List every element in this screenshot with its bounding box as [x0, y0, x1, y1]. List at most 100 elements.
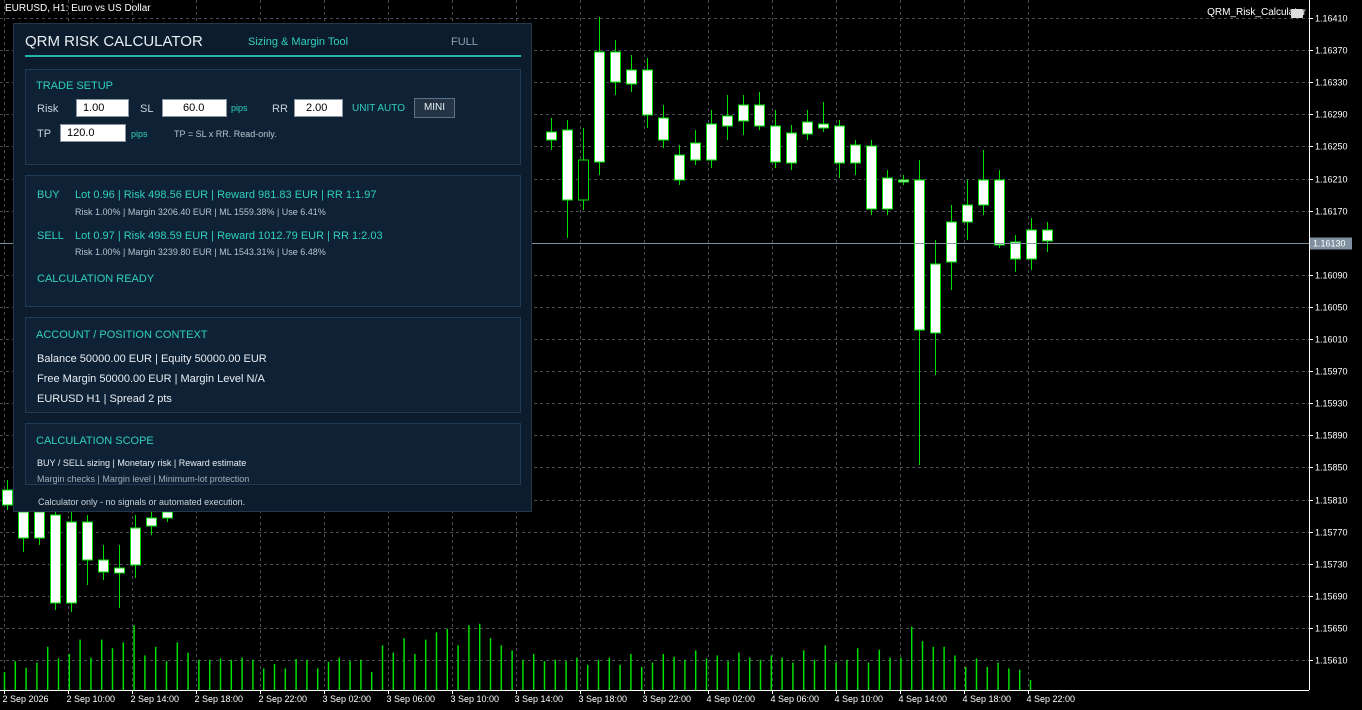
account-context-section: ACCOUNT / POSITION CONTEXT Balance 50000…	[25, 317, 521, 413]
trade-setup-title: TRADE SETUP	[36, 80, 114, 92]
candle-body	[866, 145, 877, 210]
account-context-title: ACCOUNT / POSITION CONTEXT	[36, 329, 208, 341]
sl-unit: pips	[231, 103, 248, 113]
price-tick-label: 1.15690	[1315, 592, 1348, 602]
chart-symbol-title: EURUSD, H1: Euro vs US Dollar	[5, 3, 151, 14]
candle-body	[98, 559, 109, 573]
price-tick-label: 1.15770	[1315, 528, 1348, 538]
candle-body	[594, 51, 605, 163]
panel-footer: Calculator only - no signals or automate…	[38, 497, 246, 507]
price-tick-label: 1.16010	[1315, 335, 1348, 345]
candle-body	[754, 104, 765, 127]
risk-calculator-panel: QRM RISK CALCULATOR Sizing & Margin Tool…	[13, 23, 532, 512]
candle-body	[850, 144, 861, 164]
candle-body	[674, 154, 685, 181]
price-tick-label: 1.16050	[1315, 303, 1348, 313]
candle-body	[882, 177, 893, 210]
time-tick-label: 4 Sep 22:00	[1027, 694, 1076, 704]
risk-input[interactable]: 1.00	[76, 99, 129, 117]
calculation-scope-title: CALCULATION SCOPE	[36, 435, 154, 447]
tp-note: TP = SL x RR. Read-only.	[174, 129, 277, 139]
view-mode-toggle[interactable]: FULL	[451, 36, 478, 48]
price-tick-label: 1.16090	[1315, 271, 1348, 281]
candle-body	[50, 514, 61, 604]
price-tick-label: 1.16250	[1315, 142, 1348, 152]
candle-body	[1042, 229, 1053, 242]
price-tick-label: 1.15970	[1315, 367, 1348, 377]
buy-label: BUY	[37, 189, 60, 201]
buy-result: Lot 0.96 | Risk 498.56 EUR | Reward 981.…	[75, 189, 377, 201]
mini-button[interactable]: MINI	[414, 98, 455, 118]
price-tick-label: 1.15850	[1315, 463, 1348, 473]
candle-body	[130, 527, 141, 566]
candle-body	[930, 263, 941, 334]
candle-body	[162, 511, 173, 519]
candle-body	[994, 179, 1005, 246]
price-tick-label: 1.16370	[1315, 46, 1348, 56]
candle-body	[690, 142, 701, 161]
price-tick-label: 1.16170	[1315, 207, 1348, 217]
panel-subtitle: Sizing & Margin Tool	[248, 36, 349, 48]
price-tick-label: 1.15890	[1315, 431, 1348, 441]
time-tick-label: 3 Sep 06:00	[387, 694, 436, 704]
sell-result: Lot 0.97 | Risk 498.59 EUR | Reward 1012…	[75, 230, 383, 242]
unit-mode-toggle[interactable]: UNIT AUTO	[352, 103, 405, 114]
candle-body	[34, 511, 45, 539]
price-tick-label: 1.15930	[1315, 399, 1348, 409]
candle-body	[962, 204, 973, 223]
candle-body	[546, 131, 557, 141]
candle-body	[82, 521, 93, 561]
time-tick-label: 4 Sep 14:00	[899, 694, 948, 704]
candle-body	[626, 69, 637, 85]
candle-body	[722, 115, 733, 127]
candle-body	[642, 69, 653, 116]
panel-title: QRM RISK CALCULATOR	[25, 33, 203, 50]
candle-body	[802, 121, 813, 135]
candle-body	[818, 123, 829, 129]
candle-body	[18, 511, 29, 539]
results-section: BUY Lot 0.96 | Risk 498.56 EUR | Reward …	[25, 175, 521, 307]
calculation-status: CALCULATION READY	[37, 273, 155, 285]
expert-advisor-icon[interactable]	[1291, 9, 1303, 18]
time-tick-label: 3 Sep 14:00	[515, 694, 564, 704]
reward-ratio-input[interactable]: 2.00	[294, 99, 343, 117]
sell-label: SELL	[37, 230, 64, 242]
time-tick-label: 2 Sep 22:00	[259, 694, 308, 704]
candle-body	[146, 517, 157, 527]
price-tick-label: 1.16290	[1315, 110, 1348, 120]
time-tick-label: 4 Sep 02:00	[707, 694, 756, 704]
price-tick-label: 1.15730	[1315, 560, 1348, 570]
time-tick-label: 3 Sep 10:00	[451, 694, 500, 704]
price-tick-label: 1.16210	[1315, 175, 1348, 185]
time-tick-label: 2 Sep 18:00	[195, 694, 244, 704]
tp-unit: pips	[131, 129, 148, 139]
candle-body	[978, 179, 989, 206]
candle-body	[658, 117, 669, 141]
price-tick-label: 1.15810	[1315, 496, 1348, 506]
candle-body	[738, 104, 749, 122]
candle-body	[610, 51, 621, 83]
time-tick-label: 2 Sep 10:00	[67, 694, 116, 704]
candle-body	[562, 129, 573, 201]
candle-body	[578, 159, 589, 201]
sell-details: Risk 1.00% | Margin 3239.80 EUR | ML 154…	[75, 247, 326, 257]
time-tick-label: 2 Sep 2026	[3, 694, 49, 704]
stop-loss-input[interactable]: 60.0	[162, 99, 227, 117]
candle-body	[66, 521, 77, 604]
time-tick-label: 4 Sep 10:00	[835, 694, 884, 704]
time-tick-label: 3 Sep 18:00	[579, 694, 628, 704]
time-tick-label: 3 Sep 22:00	[643, 694, 692, 704]
time-tick-label: 3 Sep 02:00	[323, 694, 372, 704]
rr-label: RR	[272, 103, 288, 115]
symbol-spread-line: EURUSD H1 | Spread 2 pts	[37, 393, 172, 405]
tp-label: TP	[37, 128, 52, 140]
balance-equity-line: Balance 50000.00 EUR | Equity 50000.00 E…	[37, 353, 267, 365]
free-margin-line: Free Margin 50000.00 EUR | Margin Level …	[37, 373, 265, 385]
time-tick-label: 2 Sep 14:00	[131, 694, 180, 704]
price-tick-label: 1.16410	[1315, 14, 1348, 24]
price-tick-label: 1.16330	[1315, 78, 1348, 88]
header-divider	[25, 55, 521, 57]
sl-label: SL	[140, 103, 154, 115]
time-tick-label: 4 Sep 06:00	[771, 694, 820, 704]
calculation-scope-section: CALCULATION SCOPE BUY / SELL sizing | Mo…	[25, 423, 521, 485]
